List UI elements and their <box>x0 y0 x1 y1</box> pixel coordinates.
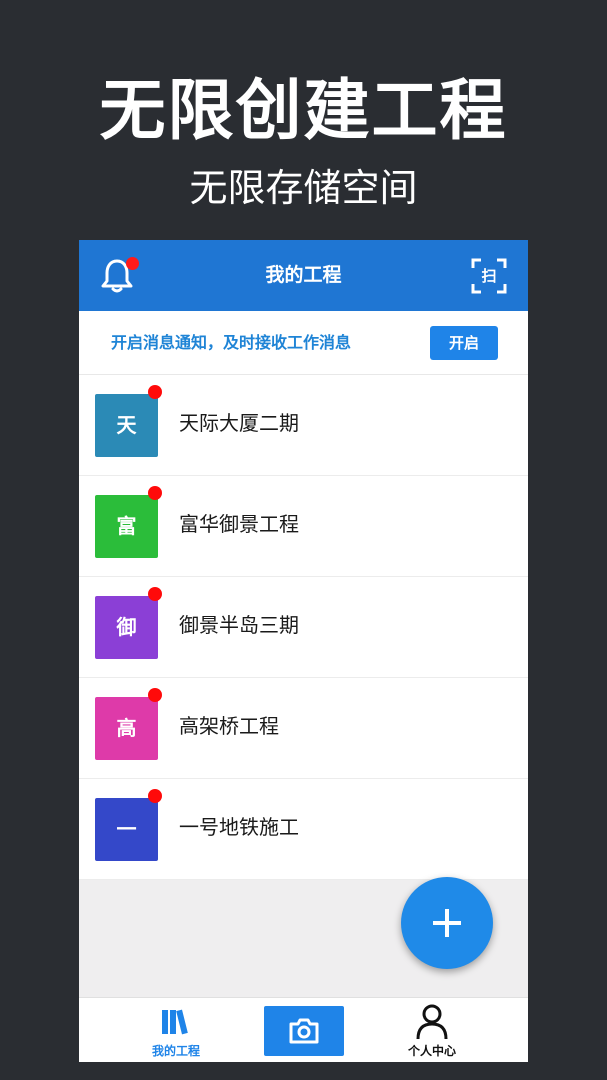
project-row[interactable]: 富富华御景工程 <box>79 476 528 577</box>
add-project-button[interactable] <box>401 877 493 969</box>
app-header: 我的工程 扫 <box>79 240 528 311</box>
project-row[interactable]: 高高架桥工程 <box>79 678 528 779</box>
project-name: 一号地铁施工 <box>179 815 299 839</box>
notification-banner: 开启消息通知，及时接收工作消息 开启 <box>79 311 528 375</box>
project-avatar: 天 <box>95 394 158 457</box>
plus-icon <box>445 909 449 937</box>
project-row[interactable]: 御御景半岛三期 <box>79 577 528 678</box>
project-name: 高架桥工程 <box>179 714 279 738</box>
tab-profile[interactable]: 个人中心 <box>392 998 472 1062</box>
project-avatar: 高 <box>95 697 158 760</box>
notification-banner-text: 开启消息通知，及时接收工作消息 <box>111 333 352 352</box>
phone-screen: 我的工程 扫 开启消息通知，及时接收工作消息 开启 天天际大厦二期富富华御景工程… <box>79 240 528 1062</box>
unread-badge <box>148 587 162 601</box>
project-name: 富华御景工程 <box>179 512 299 536</box>
unread-badge <box>148 385 162 399</box>
tab-my-projects-label: 我的工程 <box>151 1044 200 1058</box>
unread-badge <box>148 688 162 702</box>
unread-badge <box>148 789 162 803</box>
project-avatar: 一 <box>95 798 158 861</box>
books-icon <box>162 1009 188 1035</box>
project-row[interactable]: 天天际大厦二期 <box>79 375 528 476</box>
tab-my-projects[interactable]: 我的工程 <box>136 998 216 1062</box>
promo-subtitle: 无限存储空间 <box>189 166 418 210</box>
camera-button[interactable] <box>264 1006 344 1056</box>
scan-button-label[interactable]: 扫 <box>471 258 507 294</box>
project-row[interactable]: 一一号地铁施工 <box>79 779 528 880</box>
project-list: 天天际大厦二期富富华御景工程御御景半岛三期高高架桥工程一一号地铁施工 <box>79 375 528 880</box>
promo-title: 无限创建工程 <box>99 72 508 149</box>
person-icon <box>416 1004 448 1040</box>
project-name: 御景半岛三期 <box>179 613 299 637</box>
page-title: 我的工程 <box>265 264 342 286</box>
project-name: 天际大厦二期 <box>179 411 299 435</box>
tab-profile-label: 个人中心 <box>407 1044 456 1058</box>
project-avatar: 富 <box>95 495 158 558</box>
unread-badge <box>148 486 162 500</box>
enable-notifications-button[interactable]: 开启 <box>430 326 498 360</box>
bottom-nav: 我的工程 个人中心 <box>79 997 528 1062</box>
camera-icon <box>289 1018 319 1044</box>
project-avatar: 御 <box>95 596 158 659</box>
